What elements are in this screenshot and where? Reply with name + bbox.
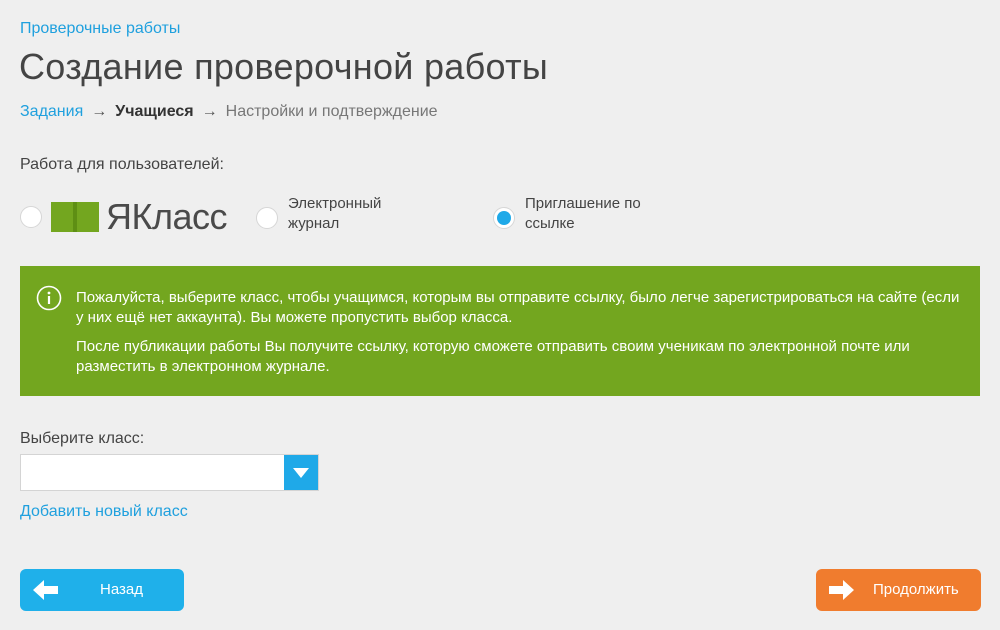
arrow-left-icon — [33, 580, 58, 600]
radio-link-invite-label: Приглашение по ссылке — [525, 195, 641, 232]
info-paragraph-1: Пожалуйста, выберите класс, чтобы учащим… — [76, 289, 960, 326]
yaklass-logo: ЯКласс — [50, 196, 228, 238]
info-box: Пожалуйста, выберите класс, чтобы учащим… — [20, 266, 980, 396]
breadcrumb-parent-link[interactable]: Проверочные работы — [20, 20, 180, 38]
radio-yaklass[interactable] — [20, 206, 42, 228]
step-students: Учащиеся — [115, 103, 194, 120]
arrow-right-icon: → — [201, 103, 218, 120]
radio-journal[interactable] — [256, 207, 278, 229]
continue-button-label: Продолжить — [873, 581, 959, 598]
info-paragraph-2: После публикации работы Вы получите ссыл… — [76, 338, 910, 375]
back-button-label: Назад — [100, 581, 143, 598]
radio-option-journal[interactable]: Электронный журнал — [256, 194, 381, 234]
wizard-steps: Задания → Учащиеся → Настройки и подтвер… — [20, 103, 438, 121]
radio-option-yaklass[interactable]: ЯКласс — [20, 196, 228, 238]
users-label: Работа для пользователей: — [20, 156, 224, 173]
step-tasks-link[interactable]: Задания — [20, 103, 83, 121]
yaklass-logo-text: ЯКласс — [106, 196, 228, 237]
step-settings: Настройки и подтверждение — [225, 103, 438, 120]
class-select[interactable] — [20, 454, 319, 491]
chevron-down-icon — [293, 467, 309, 478]
class-select-toggle[interactable] — [284, 455, 318, 490]
arrow-right-icon — [829, 580, 854, 600]
class-select-label: Выберите класс: — [20, 430, 145, 447]
continue-button[interactable]: Продолжить — [816, 569, 981, 611]
arrow-right-icon: → — [91, 103, 108, 120]
back-button[interactable]: Назад — [20, 569, 184, 611]
info-icon — [36, 285, 62, 311]
add-new-class-link[interactable]: Добавить новый класс — [20, 503, 188, 521]
page-title: Создание проверочной работы — [19, 46, 549, 87]
radio-option-link-invite[interactable]: Приглашение по ссылке — [493, 194, 641, 234]
book-icon — [51, 202, 99, 232]
radio-link-invite[interactable] — [493, 207, 515, 229]
radio-journal-label: Электронный журнал — [288, 195, 382, 232]
